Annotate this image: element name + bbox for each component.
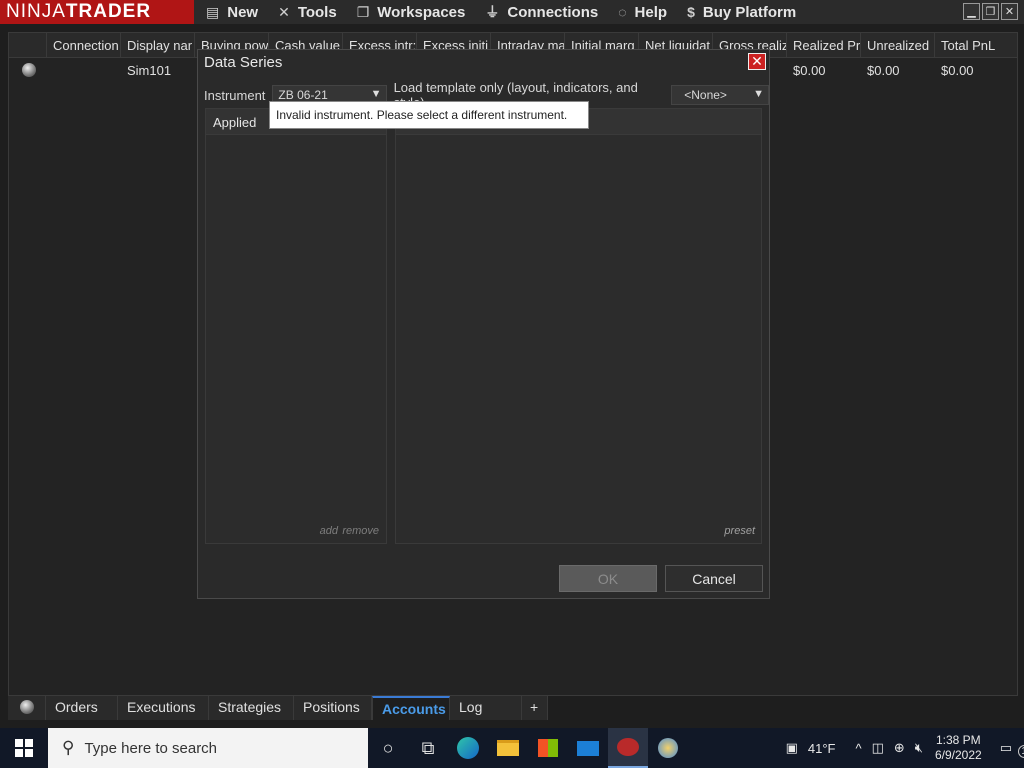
tab-positions[interactable]: Positions	[294, 696, 372, 720]
search-icon: ⚲	[62, 738, 75, 757]
row-unrealized: $0.00	[867, 63, 900, 78]
grid-col-realized-pnl[interactable]: Realized Pr	[787, 33, 861, 58]
template-combobox[interactable]: <None> ▼	[671, 85, 769, 105]
grid-col-status	[9, 33, 47, 58]
add-link[interactable]: add	[320, 525, 338, 537]
title-bar: NINJA TRADER ▤ New ✕ Tools ❐ Workspaces ⏚ Con…	[0, 0, 1024, 24]
grid-col-total-pnl[interactable]: Total PnL	[935, 33, 1005, 58]
taskbar-search-box[interactable]: ⚲ Type here to search	[48, 728, 368, 768]
taskbar: ⚲ Type here to search ○ ⧉ ▣ 41°F ^ ◫ ⊕ 🔇…	[0, 728, 1024, 768]
system-tray: ▣ 41°F ^ ◫ ⊕ 🔇︎ 1:38 PM 6/9/2022 ▭1	[776, 728, 1024, 768]
window-controls: ▁ ❐ ✕	[961, 3, 1018, 20]
instrument-label: Instrument	[204, 87, 266, 103]
add-tab-button[interactable]: +	[522, 696, 548, 720]
applied-panel: Applied add remove	[205, 108, 387, 544]
edge-icon[interactable]	[448, 728, 488, 768]
paint-icon[interactable]	[648, 728, 688, 768]
menu-workspaces[interactable]: ❐ Workspaces	[357, 4, 466, 21]
template-value: <None>	[684, 88, 727, 102]
connection-status-icon	[9, 58, 47, 82]
dollar-icon: $	[687, 4, 695, 20]
menu-help[interactable]: ◌ Help	[618, 4, 667, 21]
remove-link[interactable]: remove	[342, 525, 379, 537]
menu-connections[interactable]: ⏚ Connections	[485, 2, 598, 22]
grid-col-unrealized[interactable]: Unrealized	[861, 33, 935, 58]
restore-icon[interactable]: ❐	[982, 3, 999, 20]
store-icon[interactable]	[528, 728, 568, 768]
instrument-value: ZB 06-21	[278, 88, 328, 102]
tab-strategies[interactable]: Strategies	[209, 696, 294, 720]
plug-icon: ⏚	[485, 4, 500, 20]
preset-link[interactable]: preset	[724, 525, 755, 537]
task-view-icon[interactable]: ⧉	[408, 728, 448, 768]
menu-tools[interactable]: ✕ Tools	[278, 4, 337, 21]
menu-buy-platform[interactable]: $ Buy Platform	[687, 4, 796, 21]
grid-col-display-name[interactable]: Display nar	[121, 33, 195, 58]
tools-icon: ✕	[278, 3, 290, 20]
search-placeholder: Type here to search	[84, 739, 218, 757]
row-total-pnl: $0.00	[941, 63, 974, 78]
notification-count: 1	[1017, 745, 1024, 758]
row-connection	[47, 58, 121, 82]
news-icon[interactable]: ▣	[786, 740, 798, 756]
close-icon[interactable]: ✕	[748, 53, 766, 70]
minimize-icon[interactable]: ▁	[963, 3, 980, 20]
tab-log[interactable]: Log	[450, 696, 522, 720]
menu-new[interactable]: ▤ New	[206, 4, 258, 21]
workspaces-icon: ❐	[356, 3, 370, 20]
clock-date: 6/9/2022	[934, 748, 982, 762]
clock[interactable]: 1:38 PM 6/9/2022	[935, 733, 982, 763]
volume-mute-icon[interactable]: 🔇︎	[915, 740, 923, 756]
row-realized: $0.00	[793, 63, 826, 78]
new-icon: ▤	[206, 3, 220, 20]
help-icon: ◌	[618, 4, 627, 20]
weather-temp[interactable]: 41°F	[808, 741, 836, 756]
data-series-dialog: Data Series ✕ Instrument ZB 06-21 ▼ Load…	[197, 49, 770, 599]
notification-icon[interactable]: ▭1	[1000, 740, 1024, 758]
row-display-name: Sim101	[127, 63, 172, 78]
windows-start-icon[interactable]	[0, 728, 48, 768]
connection-status-icon	[8, 696, 46, 720]
tab-orders[interactable]: Orders	[46, 696, 118, 720]
close-icon[interactable]: ✕	[1001, 3, 1018, 20]
chevron-down-icon: ▼	[753, 88, 764, 100]
bottom-tab-bar: Orders Executions Strategies Positions A…	[8, 696, 1018, 720]
grid-col-connection[interactable]: Connection	[47, 33, 121, 58]
invalid-instrument-tooltip: Invalid instrument. Please select a diff…	[269, 101, 589, 129]
ninjatrader-logo: NINJA TRADER	[0, 0, 194, 24]
chevron-up-icon[interactable]: ^	[855, 741, 861, 756]
properties-panel: preset	[395, 108, 762, 544]
clock-time: 1:38 PM	[935, 733, 981, 747]
network-icon[interactable]: ⊕	[894, 740, 905, 756]
mail-icon[interactable]	[568, 728, 608, 768]
file-explorer-icon[interactable]	[488, 728, 528, 768]
main-menu: ▤ New ✕ Tools ❐ Workspaces ⏚ Connections ◌ He…	[206, 2, 816, 22]
cortana-icon[interactable]: ○	[368, 728, 408, 768]
ninjatrader-taskbar-icon[interactable]	[608, 728, 648, 768]
tab-accounts[interactable]: Accounts	[372, 696, 450, 720]
tab-executions[interactable]: Executions	[118, 696, 209, 720]
ok-button[interactable]: OK	[559, 565, 657, 592]
dialog-title: Data Series	[204, 53, 283, 71]
cancel-button[interactable]: Cancel	[665, 565, 763, 592]
webcam-icon[interactable]: ◫	[872, 740, 884, 756]
chevron-down-icon: ▼	[370, 88, 382, 100]
